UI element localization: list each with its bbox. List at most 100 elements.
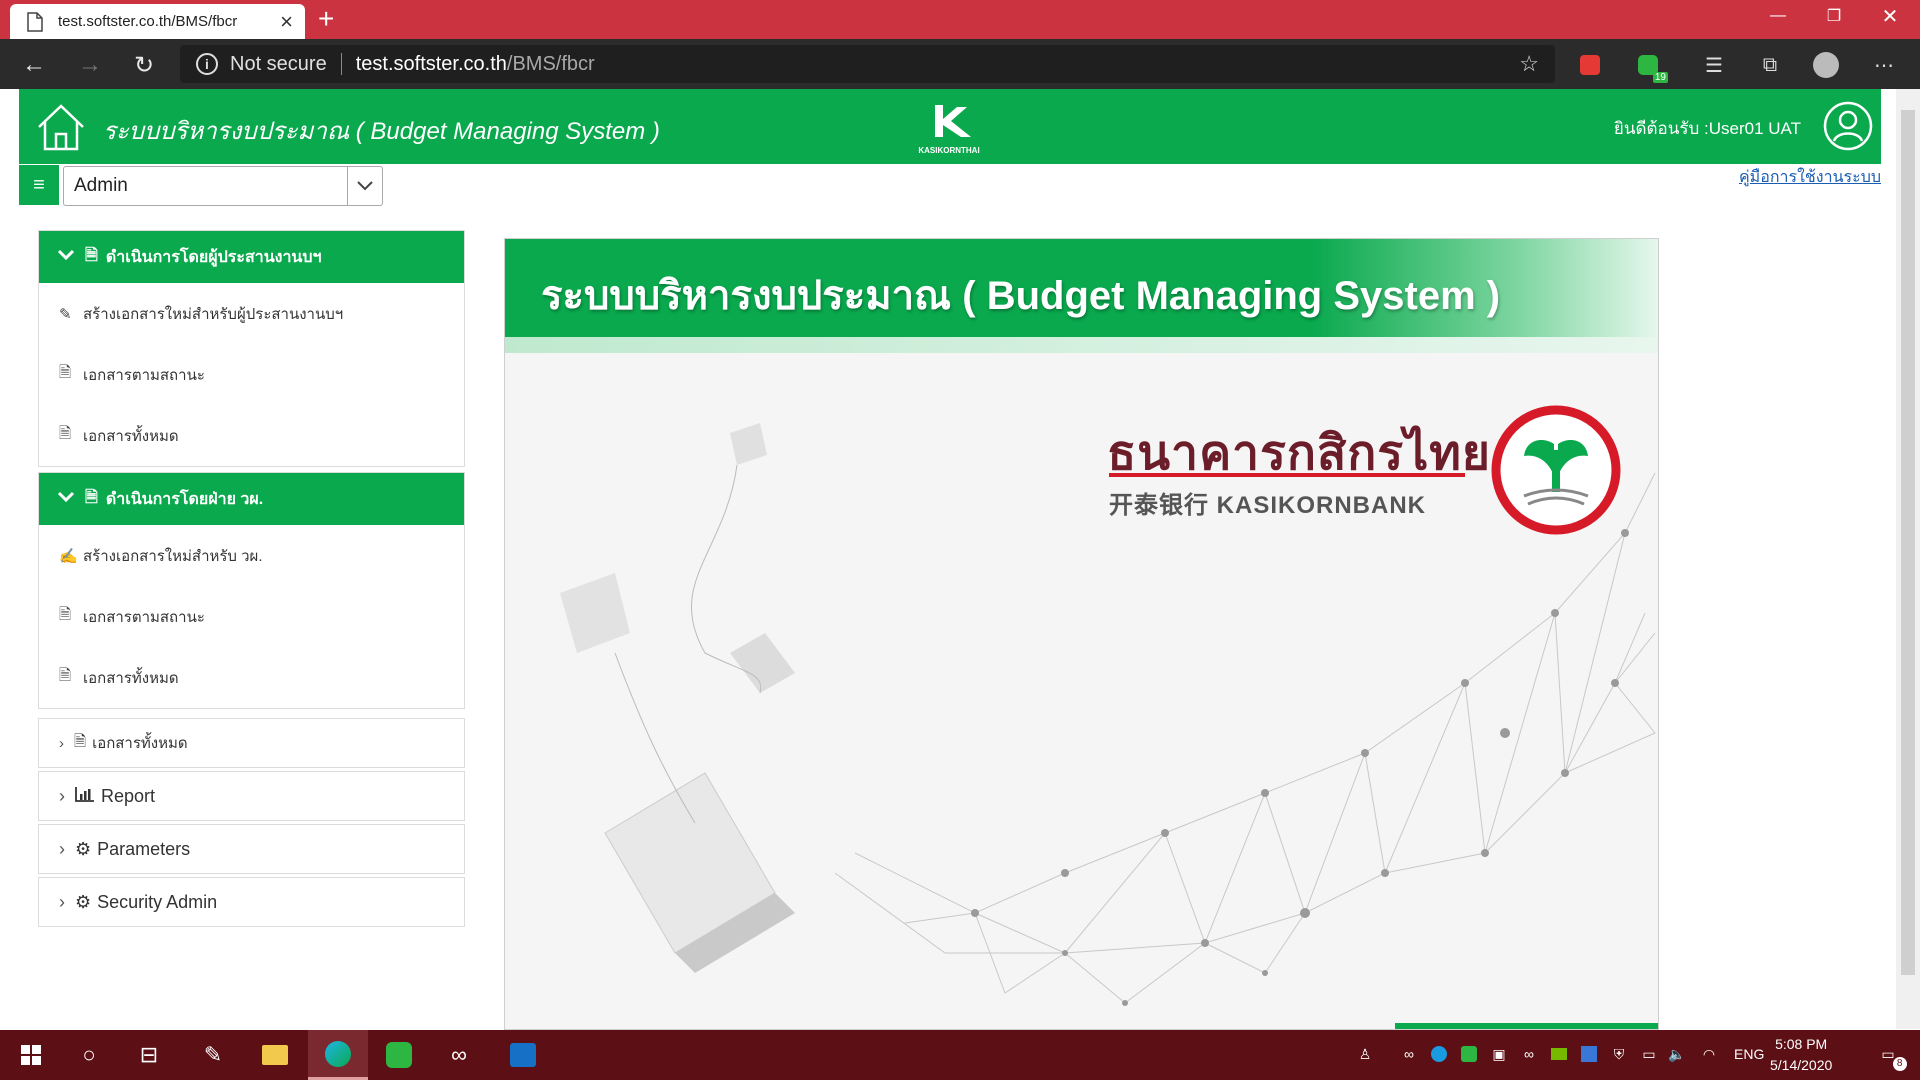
banner-footer-bar (1395, 1023, 1658, 1029)
chevron-right-icon: › (59, 785, 65, 806)
sidebar-item-label: เอกสารตามสถานะ (83, 366, 205, 384)
sidebar-group-header[interactable]: 🗎 ดำเนินการโดยฝ่าย วผ. (39, 473, 464, 525)
nvidia-icon[interactable] (1548, 1042, 1570, 1066)
sidebar-group-title: ดำเนินการโดยฝ่าย วผ. (105, 490, 264, 508)
gear-icon: ⚙ (75, 891, 92, 912)
minimize-icon[interactable]: — (1750, 0, 1806, 32)
search-icon[interactable]: ○ (62, 1030, 116, 1080)
skype-icon[interactable] (1428, 1042, 1450, 1066)
bar-chart-icon (75, 786, 95, 807)
home-icon[interactable] (35, 101, 87, 153)
chevron-down-icon (57, 490, 77, 508)
logo-k-mark (935, 105, 971, 137)
bank-name-underline (1109, 473, 1465, 477)
refresh-icon[interactable]: ↻ (128, 49, 160, 81)
document-icon: 🗎 (85, 246, 98, 264)
user-manual-link[interactable]: คู่มือการใช้งานระบบ (1739, 165, 1881, 190)
document-icon: 🗎 (59, 425, 72, 442)
document-icon: 🗎 (59, 606, 72, 623)
restore-icon[interactable]: ❐ (1806, 0, 1862, 32)
security-shield-icon[interactable]: ⛨ (1608, 1042, 1630, 1066)
bank-name-thai: ธนาคารกสิกรไทย (1107, 427, 1492, 480)
chevron-down-icon[interactable] (347, 167, 382, 205)
document-icon: 🗎 (74, 732, 87, 750)
role-select[interactable]: Admin (63, 166, 383, 206)
language-indicator[interactable]: ENG (1734, 1046, 1764, 1062)
people-icon[interactable]: ♙ (1354, 1042, 1376, 1066)
sidebar-item-docs-by-status[interactable]: 🗎 เอกสารตามสถานะ (39, 586, 464, 647)
document-icon: 🗎 (59, 364, 72, 381)
sidebar-item-all-docs[interactable]: 🗎 เอกสารทั้งหมด (39, 405, 464, 466)
tray-network-app-icon[interactable]: ∞ (1518, 1042, 1540, 1066)
profile-icon[interactable] (1812, 51, 1840, 79)
welcome-text: ยินดีต้อนรับ :User01 UAT (1613, 119, 1801, 138)
bank-name-english: 开泰银行 KASIKORNBANK (1109, 492, 1426, 519)
favorites-list-icon[interactable]: ☰ (1700, 51, 1728, 79)
cube-graphics (560, 423, 795, 973)
sidebar-item-label: Parameters (97, 838, 191, 859)
info-icon[interactable]: i (196, 53, 218, 75)
sidebar-item-label: Report (101, 785, 156, 806)
sidebar-group-header[interactable]: 🗎 ดำเนินการโดยผู้ประสานงานบฯ (39, 231, 464, 283)
close-tab-icon[interactable]: × (280, 10, 293, 33)
document-icon: 🗎 (85, 488, 98, 506)
sidebar-item-create-doc[interactable]: ✍ สร้างเอกสารใหม่สำหรับ วผ. (39, 525, 464, 586)
kasikornbank-seal-icon (1491, 405, 1621, 535)
browser-tab[interactable]: test.softster.co.th/BMS/fbcr × (10, 4, 305, 39)
system-clock[interactable]: 5:08 PM 5/14/2020 (1770, 1034, 1832, 1076)
outlook-icon[interactable] (496, 1030, 550, 1080)
edit-icon: ✍ (59, 547, 78, 565)
extension-red-icon[interactable] (1576, 51, 1604, 79)
tray-infinity-icon[interactable]: ∞ (1398, 1042, 1420, 1066)
sidebar-item-all-docs[interactable]: 🗎 เอกสารทั้งหมด (39, 647, 464, 708)
clock-time: 5:08 PM (1775, 1036, 1828, 1052)
tray-blue-app-icon[interactable] (1578, 1042, 1600, 1066)
sidebar-item-label: เอกสารทั้งหมด (92, 735, 188, 752)
edge-browser-icon[interactable] (308, 1030, 368, 1080)
forward-icon[interactable]: → (74, 49, 106, 81)
url-host: test.softster.co.th (355, 52, 507, 75)
logo-text: KASIKORNTHAI (918, 146, 980, 155)
sidebar-item-docs-by-status[interactable]: 🗎 เอกสารตามสถานะ (39, 344, 464, 405)
user-icon[interactable] (1823, 101, 1873, 151)
scrollbar-thumb[interactable] (1901, 110, 1915, 975)
menu-toggle-button[interactable]: ≡ (19, 165, 59, 205)
divider (340, 53, 342, 75)
line-extension-icon[interactable]: 19 (1634, 51, 1668, 83)
kasikornthai-logo: KASIKORNTHAI (917, 101, 981, 155)
file-explorer-icon[interactable] (248, 1030, 302, 1080)
app-title: ระบบบริหารงบประมาณ ( Budget Managing Sys… (103, 118, 660, 145)
sidebar-item-security-admin[interactable]: › ⚙ Security Admin (38, 877, 465, 927)
notification-badge: 8 (1892, 1056, 1907, 1071)
sidebar-group-title: ดำเนินการโดยผู้ประสานงานบฯ (105, 248, 322, 266)
notification-center-icon[interactable]: ▭ 8 (1868, 1042, 1908, 1071)
sidebar-item-all-docs-collapsed[interactable]: › 🗎 เอกสารทั้งหมด (38, 718, 465, 768)
hamburger-icon: ≡ (33, 173, 45, 196)
more-options-icon[interactable]: ⋯ (1870, 51, 1898, 79)
sidebar-item-create-doc[interactable]: ✎ สร้างเอกสารใหม่สำหรับผู้ประสานงานบฯ (39, 283, 464, 344)
battery-icon[interactable]: ▭ (1638, 1042, 1660, 1066)
address-bar[interactable]: i Not secure test.softster.co.th/BMS/fbc… (180, 45, 1555, 83)
windows-start-icon[interactable] (4, 1030, 58, 1080)
collections-icon[interactable]: ⧉ (1756, 51, 1784, 79)
infinity-app-icon[interactable]: ∞ (432, 1030, 486, 1080)
tray-line-icon[interactable] (1458, 1042, 1480, 1066)
notification-count: 19 (1652, 72, 1668, 83)
sidebar-item-report[interactable]: › Report (38, 771, 465, 821)
welcome-banner: ระบบบริหารงบประมาณ ( Budget Managing Sys… (504, 238, 1659, 1030)
back-icon[interactable]: ← (18, 49, 50, 81)
wifi-icon[interactable]: ◠ (1698, 1042, 1720, 1066)
cogs-icon: ⚙ (75, 838, 92, 859)
pen-workspace-icon[interactable]: ✎ (186, 1030, 240, 1080)
task-view-icon[interactable]: ⊟ (122, 1030, 176, 1080)
new-tab-icon[interactable]: + (318, 4, 334, 34)
chevron-down-icon (57, 248, 77, 266)
not-secure-label: Not secure (230, 52, 327, 75)
document-icon: 🗎 (59, 667, 72, 684)
tray-app-icon[interactable]: ▣ (1488, 1042, 1510, 1066)
line-app-icon[interactable] (372, 1030, 426, 1080)
favorite-star-icon[interactable]: ☆ (1519, 51, 1539, 77)
sidebar-item-parameters[interactable]: › ⚙ Parameters (38, 824, 465, 874)
close-window-icon[interactable]: ✕ (1862, 0, 1918, 32)
volume-icon[interactable]: 🔈 (1666, 1042, 1688, 1066)
